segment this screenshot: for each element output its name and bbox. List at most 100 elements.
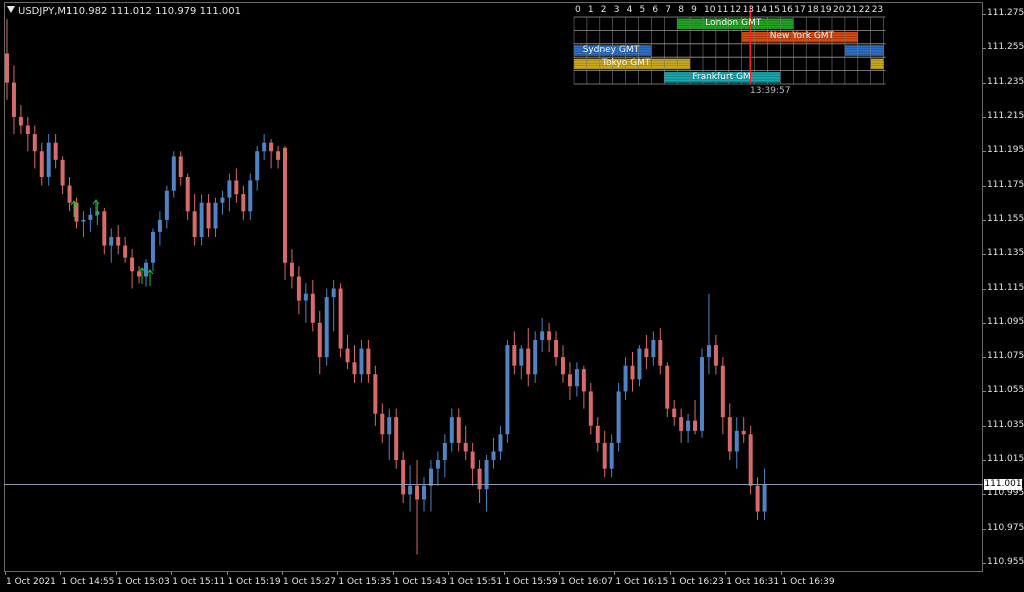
price-label: 110.955 [987, 557, 1024, 567]
time-tick [337, 572, 339, 575]
time-label: 1 Oct 15:59 [504, 577, 558, 587]
price-axis[interactable]: 111.001 111.275 111.255 111.235 111.215 111.… [983, 0, 1024, 592]
time-label: 1 Oct 15:11 [172, 577, 226, 587]
time-tick [448, 572, 450, 575]
time-tick [115, 572, 117, 575]
session-label: Sydney GMT [582, 44, 640, 55]
candle-body [554, 339, 559, 358]
session-hour-label: 10 [704, 5, 716, 15]
session-label: New York GMT [769, 31, 835, 42]
session-label: Frankfurt GM [692, 71, 751, 82]
candle-body [102, 211, 107, 246]
candle-body [408, 485, 413, 495]
session-label: Tokyo GMT [602, 58, 651, 69]
price-label: 110.995 [987, 488, 1024, 499]
time-label: 1 Oct 16:23 [670, 577, 724, 587]
time-tick [669, 572, 671, 575]
price-tick [983, 528, 986, 530]
candle-body [449, 417, 454, 443]
session-hour-label: 2 [600, 5, 607, 15]
candle-body [262, 142, 267, 152]
chart-window[interactable]: USDJPY,M1 110.982 111.012 110.979 111.00… [0, 0, 1024, 592]
price-tick [983, 219, 986, 221]
candle-body [720, 365, 725, 418]
price-label: 111.095 [987, 316, 1024, 327]
candle-body [317, 322, 322, 358]
candle-body [32, 134, 37, 152]
bid-price-line [4, 484, 983, 485]
candle-body [352, 362, 357, 375]
candle-body [248, 180, 253, 212]
candle-body [338, 288, 343, 349]
time-tick [614, 572, 616, 575]
price-tick [983, 48, 986, 50]
candle-body [234, 180, 239, 195]
price-tick [983, 288, 986, 290]
price-label: 111.035 [987, 419, 1024, 430]
candle-body [60, 159, 65, 186]
session-hour-label: 5 [639, 5, 646, 15]
candle-body [665, 365, 670, 409]
session-hour-label: 9 [691, 5, 697, 15]
candle-body [241, 194, 246, 212]
candle-body [359, 348, 364, 375]
candle-body [713, 345, 718, 366]
candle-body [623, 365, 628, 392]
candle-body [144, 262, 148, 277]
price-label: 110.975 [987, 522, 1024, 533]
time-axis[interactable]: 1 Oct 2021 1 Oct 14:55 1 Oct 15:03 1 Oct 15… [0, 572, 983, 592]
session-hour-label: 22 [858, 5, 871, 15]
candle-body [185, 176, 190, 212]
session-hour-label: 18 [807, 5, 819, 15]
candle-body [533, 339, 538, 375]
candle-body [512, 345, 517, 366]
candle-body [178, 156, 183, 177]
candle-body [130, 257, 135, 272]
session-bar [870, 58, 884, 70]
candle-body [755, 485, 760, 512]
price-tick [983, 116, 986, 118]
session-hour-label: 1 [587, 5, 594, 15]
candle-body [123, 245, 128, 258]
candle-body [310, 293, 315, 323]
candle-body [505, 345, 510, 435]
candle-body [220, 197, 225, 203]
candle-body [109, 237, 114, 246]
candle-body [463, 442, 468, 452]
price-tick [983, 391, 986, 393]
candle-body [706, 345, 711, 358]
candle-body [748, 434, 753, 486]
time-tick [725, 572, 727, 575]
session-hour-label: 16 [781, 5, 793, 15]
price-label: 111.215 [987, 110, 1024, 121]
candle-body [227, 180, 232, 198]
time-tick [60, 572, 62, 575]
candle-body [380, 413, 385, 435]
candle-body [269, 142, 274, 152]
price-tick [983, 151, 986, 153]
candle-body [567, 374, 572, 387]
price-tick [983, 254, 986, 256]
candle-body [74, 202, 79, 222]
candle-body [442, 442, 447, 461]
candle-body [289, 262, 294, 277]
session-hour-label: 6 [652, 5, 659, 15]
price-tick [983, 185, 986, 187]
time-label: 1 Oct 15:35 [338, 577, 392, 587]
candle-body [88, 214, 93, 220]
candle-body [157, 219, 162, 232]
time-tick [226, 572, 228, 575]
session-hour-label: 8 [678, 5, 684, 15]
session-hour-label: 0 [575, 5, 581, 15]
session-hour-label: 4 [626, 5, 633, 15]
candle-body [700, 357, 704, 431]
candle-body [491, 451, 496, 461]
server-time: 13:39:57 [750, 86, 791, 96]
candle-body [734, 430, 739, 452]
session-hour-label: 15 [768, 5, 780, 15]
time-label: 1 Oct 15:51 [449, 577, 503, 587]
time-tick [392, 572, 394, 575]
candle-body [609, 442, 614, 469]
candle-body [574, 369, 579, 387]
candle-body [727, 417, 732, 452]
